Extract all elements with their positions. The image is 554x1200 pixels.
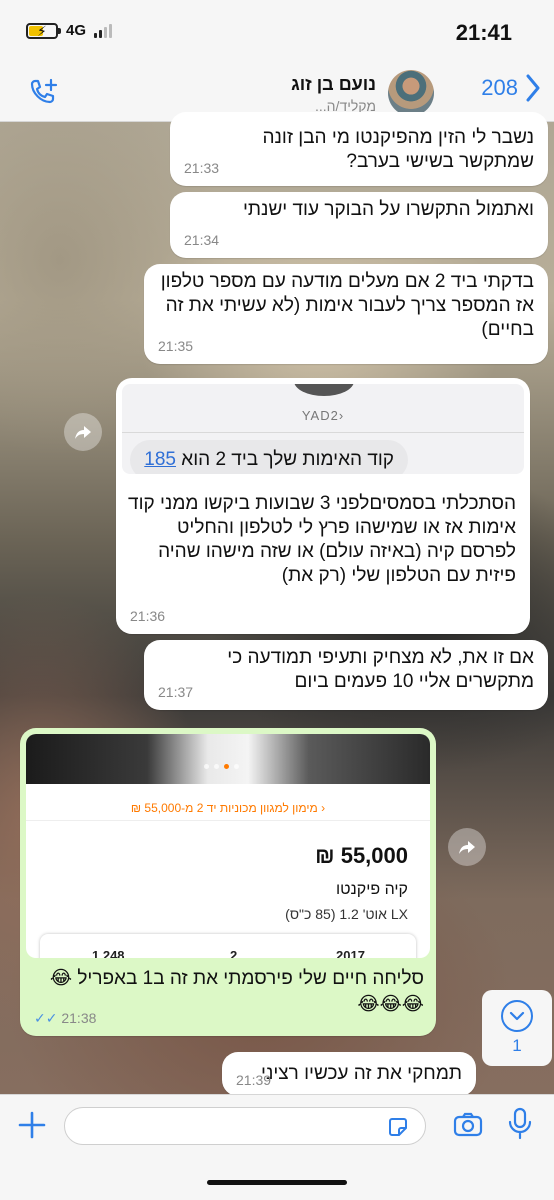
sms-sender: ‹YAD2 [301,408,345,423]
car-specs: 1,248 2 2017 [40,934,416,958]
divider [122,432,524,433]
message-time: 21:35 [158,338,194,354]
signal-icon [94,23,113,38]
message-text: בדקתי ביד 2 אם מעלים מודעה עם מספר טלפון… [160,271,534,340]
message-time: ✓✓ 21:38 [34,1010,97,1026]
message-bubble-screenshot[interactable]: ‹YAD2 קוד האימות שלך ביד 2 הוא 185 הסתכל… [116,378,530,634]
spec-mileage: 1,248 [92,948,125,958]
car-model: קיה פיקנטו [335,881,408,898]
unread-count: 208 [481,75,518,100]
car-ad-screenshot[interactable]: ‹ מימון למגוון מכוניות יד 2 מ-55,000 ₪ 5… [26,734,430,958]
status-left: ⚡ 4G [26,22,113,39]
sms-screenshot[interactable]: ‹YAD2 קוד האימות שלך ביד 2 הוא 185 [122,384,524,474]
message-bubble[interactable]: נשבר לי הזין מהפיקנטו מי הבן זונה שמתקשר… [170,112,548,186]
home-indicator [207,1180,347,1185]
avatar[interactable] [388,70,434,116]
sticker-icon[interactable] [386,1115,410,1139]
chevron-left-icon [526,74,540,102]
network-type: 4G [66,22,87,39]
sms-code: 185 [144,449,176,470]
back-button[interactable]: 208 [481,74,542,102]
message-time: 21:33 [184,160,220,176]
message-time: 21:36 [130,608,166,624]
read-receipt-icon: ✓✓ [34,1010,58,1026]
message-text: אם זו את, לא מצחיק ותעיפי תמודעה כי מתקש… [227,647,534,692]
funding-banner: ‹ מימון למגוון מכוניות יד 2 מ-55,000 ₪ [130,801,326,815]
message-text: תמחקי את זה עכשיו רציני [261,1063,462,1084]
forward-icon[interactable] [448,828,486,866]
chevron-down-icon [501,1000,533,1032]
unread-badge: 1 [512,1036,522,1055]
spec-year: 2017 [336,948,365,958]
contact-name[interactable]: נועם בן זוג [291,74,376,95]
camera-icon[interactable] [452,1109,484,1141]
message-bubble[interactable]: בדקתי ביד 2 אם מעלים מודעה עם מספר טלפון… [144,264,548,364]
message-text: ואתמול התקשרו על הבוקר עוד ישנתי [242,199,534,220]
scroll-to-bottom-button[interactable]: 1 [482,990,552,1066]
car-price: 55,000 ₪ [315,843,408,868]
sms-message: קוד האימות שלך ביד 2 הוא 185 [130,440,408,474]
message-bubble-outgoing[interactable]: ‹ מימון למגוון מכוניות יד 2 מ-55,000 ₪ 5… [20,728,436,1036]
message-text: נשבר לי הזין מהפיקנטו מי הבן זונה שמתקשר… [262,127,534,172]
car-photo [26,734,430,784]
clock: 21:41 [455,20,512,45]
message-time: 21:39 [236,1072,272,1088]
carousel-dots [204,764,239,769]
message-bubble[interactable]: תמחקי את זה עכשיו רציני 21:39 [222,1052,476,1096]
phone-add-icon[interactable] [26,76,62,112]
microphone-icon[interactable] [506,1107,534,1141]
sms-avatar [294,384,354,396]
status-bar: ⚡ 4G 21:41 [0,0,554,66]
forward-icon[interactable] [64,413,102,451]
battery-icon: ⚡ [26,22,61,39]
message-input[interactable] [64,1107,426,1145]
spec-hand: 2 [230,948,238,958]
message-text: הסתכלתי בסמסים‏לפני 3 שבועות ביקשו ממני … [128,493,516,586]
message-time: 21:37 [158,684,194,700]
car-trim: LX אוט' 1.2 (85 כ"ס) [285,906,408,922]
message-bubble[interactable]: ואתמול התקשרו על הבוקר עוד ישנתי 21:34 [170,192,548,258]
plus-icon[interactable] [16,1109,48,1141]
message-bubble[interactable]: אם זו את, לא מצחיק ותעיפי תמודעה כי מתקש… [144,640,548,710]
message-time: 21:34 [184,232,220,248]
